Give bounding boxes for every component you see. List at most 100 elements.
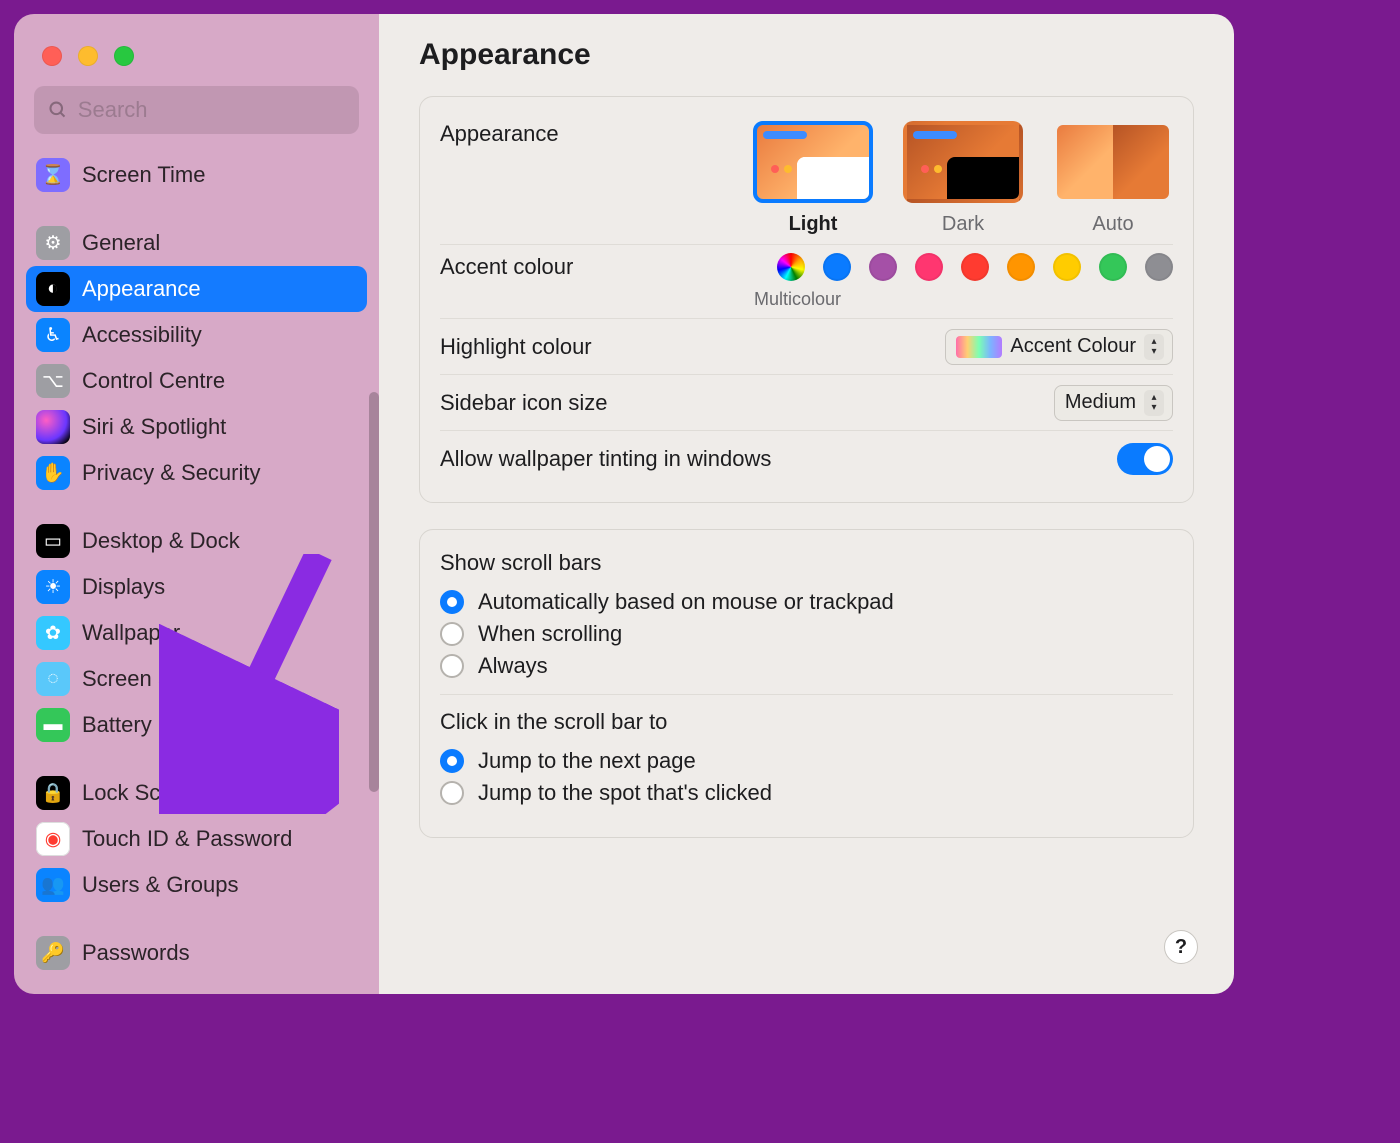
lock-screen-icon: 🔒 xyxy=(36,776,70,810)
sidebar-item-label: Accessibility xyxy=(82,322,202,348)
accent-swatch-6[interactable] xyxy=(1053,253,1081,281)
scrollbars-group: Show scroll bars Automatically based on … xyxy=(440,546,1173,694)
sidebar-item-siri[interactable]: Siri & Spotlight xyxy=(26,404,367,450)
help-icon: ? xyxy=(1175,936,1187,959)
chevron-up-down-icon: ▴▾ xyxy=(1144,334,1164,360)
sidebar-item-lock-screen[interactable]: 🔒 Lock Screen xyxy=(26,770,367,816)
accent-swatch-7[interactable] xyxy=(1099,253,1127,281)
radio-label: When scrolling xyxy=(478,621,622,647)
sidebar-item-general[interactable]: ⚙ General xyxy=(26,220,367,266)
accent-swatch-4[interactable] xyxy=(961,253,989,281)
appearance-option-label: Dark xyxy=(903,213,1023,236)
sidebar-item-label: Wallpaper xyxy=(82,620,180,646)
sidebar-item-screen-saver[interactable]: ◌Screen Saver xyxy=(26,656,367,702)
radio-label: Jump to the spot that's clicked xyxy=(478,780,772,806)
appearance-option-label: Auto xyxy=(1053,213,1173,236)
touch-id-icon: ◉ xyxy=(36,822,70,856)
sidebar-item-label: Screen Saver xyxy=(82,666,215,692)
radio-label: Always xyxy=(478,653,548,679)
sidebar-item-desktop-dock[interactable]: ▭Desktop & Dock xyxy=(26,518,367,564)
sidebar-icon-size-value: Medium xyxy=(1065,391,1136,414)
accent-swatch-1[interactable] xyxy=(823,253,851,281)
sidebar-item-label: Touch ID & Password xyxy=(82,826,292,852)
minimize-window-button[interactable] xyxy=(78,46,98,66)
sidebar-scrollbar[interactable] xyxy=(369,392,379,792)
radio-icon xyxy=(440,622,464,646)
passwords-icon: 🔑 xyxy=(36,936,70,970)
sidebar-item-label: Control Centre xyxy=(82,368,225,394)
traffic-lights xyxy=(14,28,379,86)
page-title: Appearance xyxy=(419,38,1194,72)
radio-icon xyxy=(440,749,464,773)
appearance-option-label: Light xyxy=(753,213,873,236)
accent-label: Accent colour xyxy=(440,254,573,280)
click-scrollbar-option[interactable]: Jump to the spot that's clicked xyxy=(440,777,1173,809)
sidebar-item-control-centre[interactable]: ⌥ Control Centre xyxy=(26,358,367,404)
appearance-panel: Appearance LightDarkAuto Accent colour M… xyxy=(419,96,1194,503)
wallpaper-icon: ✿ xyxy=(36,616,70,650)
sidebar-item-label: Battery xyxy=(82,712,152,738)
search-field[interactable] xyxy=(34,86,359,134)
sidebar-icon-size-label: Sidebar icon size xyxy=(440,390,608,416)
sidebar-scroll: ⌛ Screen Time ⚙ General ◐Appearance ♿︎ Accessi… xyxy=(14,152,379,994)
sidebar-item-label: Lock Screen xyxy=(82,780,204,806)
desktop-dock-icon: ▭ xyxy=(36,524,70,558)
accent-swatch-2[interactable] xyxy=(869,253,897,281)
accent-swatch-8[interactable] xyxy=(1145,253,1173,281)
sidebar-item-label: Siri & Spotlight xyxy=(82,414,226,440)
sidebar-item-label: Users & Groups xyxy=(82,872,239,898)
tinting-label: Allow wallpaper tinting in windows xyxy=(440,446,771,472)
sidebar-item-touch-id[interactable]: ◉ Touch ID & Password xyxy=(26,816,367,862)
radio-icon xyxy=(440,781,464,805)
system-settings-window: ⌛ Screen Time ⚙ General ◐Appearance ♿︎ Accessi… xyxy=(14,14,1234,994)
appearance-preview-icon xyxy=(1053,121,1173,203)
sidebar-item-label: Passwords xyxy=(82,940,190,966)
sidebar-item-users-groups[interactable]: 👥Users & Groups xyxy=(26,862,367,908)
sidebar-item-privacy[interactable]: ✋Privacy & Security xyxy=(26,450,367,496)
sidebar-item-label: Appearance xyxy=(82,276,201,302)
control-centre-icon: ⌥ xyxy=(36,364,70,398)
appearance-option-dark[interactable]: Dark xyxy=(903,121,1023,236)
accent-caption: Multicolour xyxy=(754,289,841,310)
sidebar-item-accessibility[interactable]: ♿︎ Accessibility xyxy=(26,312,367,358)
radio-label: Jump to the next page xyxy=(478,748,696,774)
click-scrollbar-title: Click in the scroll bar to xyxy=(440,709,1173,735)
battery-icon: ▬ xyxy=(36,708,70,742)
scrollbars-option[interactable]: Automatically based on mouse or trackpad xyxy=(440,586,1173,618)
scrollbars-title: Show scroll bars xyxy=(440,550,1173,576)
scrollbars-option[interactable]: Always xyxy=(440,650,1173,682)
sidebar-icon-size-popup-button[interactable]: Medium ▴▾ xyxy=(1054,385,1173,421)
sidebar-item-screen-time[interactable]: ⌛ Screen Time xyxy=(26,152,367,198)
appearance-option-auto[interactable]: Auto xyxy=(1053,121,1173,236)
accent-swatch-5[interactable] xyxy=(1007,253,1035,281)
sidebar-item-appearance[interactable]: ◐Appearance xyxy=(26,266,367,312)
accent-swatch-0[interactable] xyxy=(777,253,805,281)
scrollbars-option[interactable]: When scrolling xyxy=(440,618,1173,650)
accessibility-icon: ♿︎ xyxy=(36,318,70,352)
highlight-value: Accent Colour xyxy=(1010,335,1136,358)
sidebar-item-label: Displays xyxy=(82,574,165,600)
click-scrollbar-option[interactable]: Jump to the next page xyxy=(440,745,1173,777)
scroll-panel: Show scroll bars Automatically based on … xyxy=(419,529,1194,838)
sidebar-item-battery[interactable]: ▬ Battery xyxy=(26,702,367,748)
sidebar-item-displays[interactable]: ☀Displays xyxy=(26,564,367,610)
click-scrollbar-group: Click in the scroll bar to Jump to the n… xyxy=(440,694,1173,821)
tinting-toggle[interactable] xyxy=(1117,443,1173,475)
search-input[interactable] xyxy=(78,97,345,123)
screen-time-icon: ⌛ xyxy=(36,158,70,192)
search-icon xyxy=(48,99,68,121)
highlight-popup-button[interactable]: Accent Colour ▴▾ xyxy=(945,329,1173,365)
sidebar-item-passwords[interactable]: 🔑 Passwords xyxy=(26,930,367,976)
sidebar-item-wallpaper[interactable]: ✿ Wallpaper xyxy=(26,610,367,656)
close-window-button[interactable] xyxy=(42,46,62,66)
sidebar: ⌛ Screen Time ⚙ General ◐Appearance ♿︎ Accessi… xyxy=(14,14,379,994)
sidebar-item-label: Screen Time xyxy=(82,162,206,188)
radio-icon xyxy=(440,654,464,678)
radio-label: Automatically based on mouse or trackpad xyxy=(478,589,894,615)
sidebar-item-label: General xyxy=(82,230,160,256)
general-icon: ⚙ xyxy=(36,226,70,260)
accent-swatch-3[interactable] xyxy=(915,253,943,281)
fullscreen-window-button[interactable] xyxy=(114,46,134,66)
help-button[interactable]: ? xyxy=(1164,930,1198,964)
appearance-option-light[interactable]: Light xyxy=(753,121,873,236)
